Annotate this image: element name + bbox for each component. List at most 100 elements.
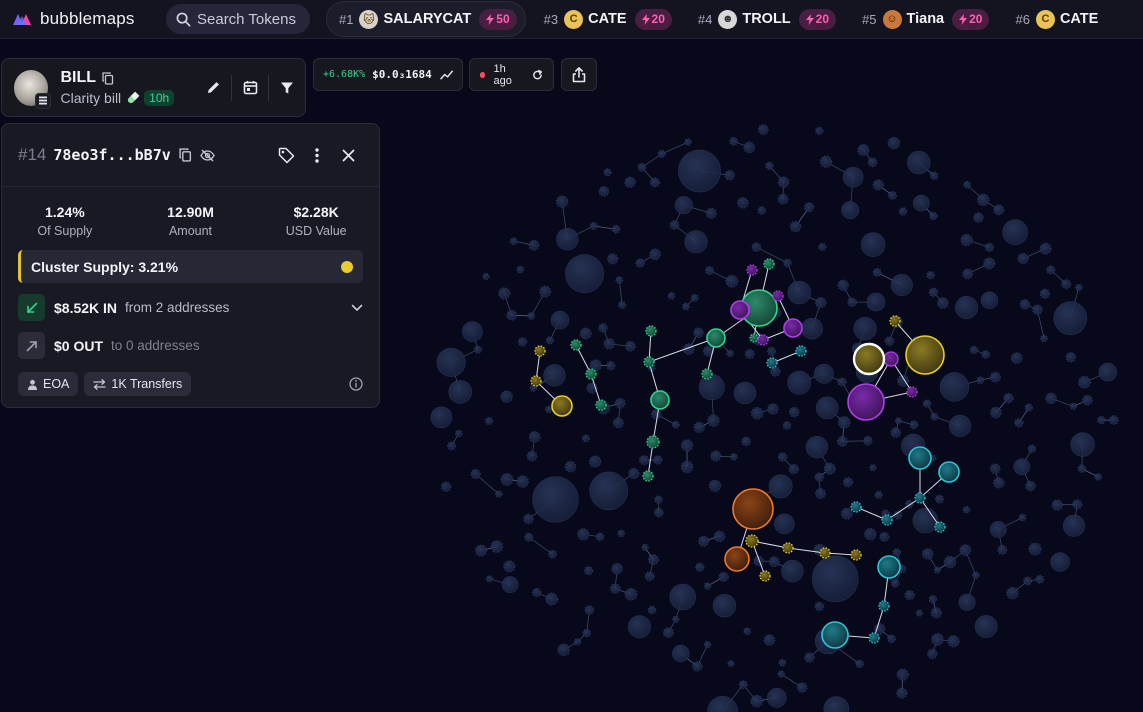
- cluster-bubble[interactable]: [783, 318, 803, 338]
- holder-bubble[interactable]: [837, 377, 847, 387]
- holder-bubble[interactable]: [983, 257, 996, 270]
- holder-bubble[interactable]: [707, 414, 720, 427]
- cluster-bubble[interactable]: [763, 258, 775, 270]
- holder-bubble[interactable]: [774, 513, 795, 535]
- holder-bubble[interactable]: [1039, 288, 1051, 299]
- trending-item-4[interactable]: #4 ☻ TROLL 20: [686, 1, 844, 37]
- holder-bubble[interactable]: [757, 124, 769, 136]
- holder-bubble[interactable]: [470, 468, 481, 480]
- holder-bubble[interactable]: [1028, 542, 1042, 556]
- cluster-bubble[interactable]: [732, 488, 774, 530]
- cluster-bubble[interactable]: [551, 395, 573, 417]
- inflow-row[interactable]: $8.52K IN from 2 addresses: [18, 294, 363, 321]
- holder-bubble[interactable]: [741, 436, 751, 447]
- holder-bubble[interactable]: [1075, 283, 1083, 292]
- holder-bubble[interactable]: [603, 168, 612, 177]
- holder-bubble[interactable]: [1006, 586, 1019, 600]
- holder-bubble[interactable]: [638, 455, 650, 466]
- holder-bubble[interactable]: [814, 601, 825, 612]
- holder-bubble[interactable]: [915, 609, 923, 617]
- holder-bubble[interactable]: [589, 221, 598, 231]
- holder-bubble[interactable]: [939, 372, 970, 402]
- cluster-bubble[interactable]: [868, 632, 880, 644]
- holder-bubble[interactable]: [743, 141, 756, 154]
- holder-bubble[interactable]: [1081, 394, 1093, 406]
- holder-bubble[interactable]: [695, 562, 705, 572]
- holder-bubble[interactable]: [635, 258, 645, 268]
- cluster-bubble[interactable]: [850, 501, 862, 513]
- holder-bubble[interactable]: [516, 475, 530, 488]
- holder-bubble[interactable]: [974, 615, 998, 638]
- holder-bubble[interactable]: [565, 254, 604, 294]
- holder-bubble[interactable]: [1098, 362, 1117, 382]
- edit-button[interactable]: [195, 70, 231, 106]
- cluster-bubble[interactable]: [701, 368, 713, 380]
- holder-bubble[interactable]: [866, 292, 886, 312]
- holder-bubble[interactable]: [958, 593, 976, 611]
- holder-bubble[interactable]: [475, 544, 488, 557]
- holder-bubble[interactable]: [725, 274, 739, 288]
- holder-bubble[interactable]: [789, 220, 802, 233]
- holder-bubble[interactable]: [527, 311, 536, 320]
- holder-bubble[interactable]: [912, 194, 930, 212]
- holder-bubble[interactable]: [787, 370, 812, 395]
- holder-bubble[interactable]: [669, 219, 680, 230]
- trending-item-5[interactable]: #5 ☺ Tiana 20: [850, 1, 997, 37]
- holder-bubble[interactable]: [1039, 242, 1052, 255]
- holder-bubble[interactable]: [928, 594, 938, 604]
- holder-bubble[interactable]: [733, 381, 757, 405]
- holder-bubble[interactable]: [926, 270, 935, 280]
- holder-bubble[interactable]: [836, 435, 848, 447]
- holder-bubble[interactable]: [584, 605, 595, 615]
- holder-bubble[interactable]: [933, 566, 942, 574]
- holder-bubble[interactable]: [555, 195, 569, 208]
- holder-bubble[interactable]: [698, 374, 725, 401]
- cluster-bubble[interactable]: [772, 290, 784, 302]
- holder-bubble[interactable]: [959, 544, 972, 557]
- search-tokens-input[interactable]: Search Tokens: [166, 4, 310, 34]
- holder-bubble[interactable]: [750, 694, 764, 708]
- holder-bubble[interactable]: [712, 594, 737, 618]
- holder-bubble[interactable]: [710, 450, 722, 462]
- holder-bubble[interactable]: [528, 239, 540, 251]
- holder-bubble[interactable]: [482, 272, 490, 281]
- cluster-bubble[interactable]: [646, 435, 660, 449]
- holder-bubbles[interactable]: [430, 124, 1119, 712]
- holder-bubble[interactable]: [777, 452, 788, 462]
- holder-bubble[interactable]: [765, 161, 774, 170]
- holder-bubble[interactable]: [993, 477, 1005, 489]
- holder-bubble[interactable]: [912, 507, 939, 534]
- holder-bubble[interactable]: [606, 360, 616, 371]
- holder-bubble[interactable]: [545, 336, 555, 345]
- holder-bubble[interactable]: [818, 242, 827, 252]
- holder-bubble[interactable]: [598, 323, 608, 333]
- holder-bubble[interactable]: [589, 471, 629, 511]
- bubblemaps-logo[interactable]: bubblemaps: [12, 9, 162, 29]
- cluster-bubble[interactable]: [570, 339, 582, 351]
- holder-bubble[interactable]: [907, 150, 931, 175]
- holder-bubble[interactable]: [713, 530, 726, 543]
- holder-bubble[interactable]: [484, 416, 494, 426]
- cluster-bubble[interactable]: [782, 542, 794, 554]
- holder-bubble[interactable]: [671, 420, 680, 429]
- holder-bubble[interactable]: [1010, 352, 1023, 365]
- holder-bubble[interactable]: [973, 212, 984, 223]
- holder-bubble[interactable]: [729, 136, 739, 146]
- holder-bubble[interactable]: [869, 464, 877, 472]
- trending-item-1[interactable]: #1 🐱 SALARYCAT 50: [326, 1, 526, 37]
- holder-bubble[interactable]: [778, 658, 787, 667]
- copy-address-button[interactable]: [179, 148, 192, 162]
- cluster-bubble[interactable]: [821, 621, 849, 649]
- holder-bubble[interactable]: [904, 589, 915, 601]
- holder-bubble[interactable]: [577, 528, 590, 541]
- holder-bubble[interactable]: [989, 371, 1001, 383]
- holder-bubble[interactable]: [526, 450, 538, 462]
- holder-bubble[interactable]: [867, 157, 878, 168]
- holder-bubble[interactable]: [750, 406, 764, 420]
- holder-bubble[interactable]: [890, 273, 913, 296]
- holder-bubble[interactable]: [581, 434, 591, 443]
- holder-bubble[interactable]: [509, 237, 518, 246]
- holder-bubble[interactable]: [815, 126, 824, 136]
- holder-bubble[interactable]: [627, 615, 651, 639]
- holder-bubble[interactable]: [921, 547, 934, 560]
